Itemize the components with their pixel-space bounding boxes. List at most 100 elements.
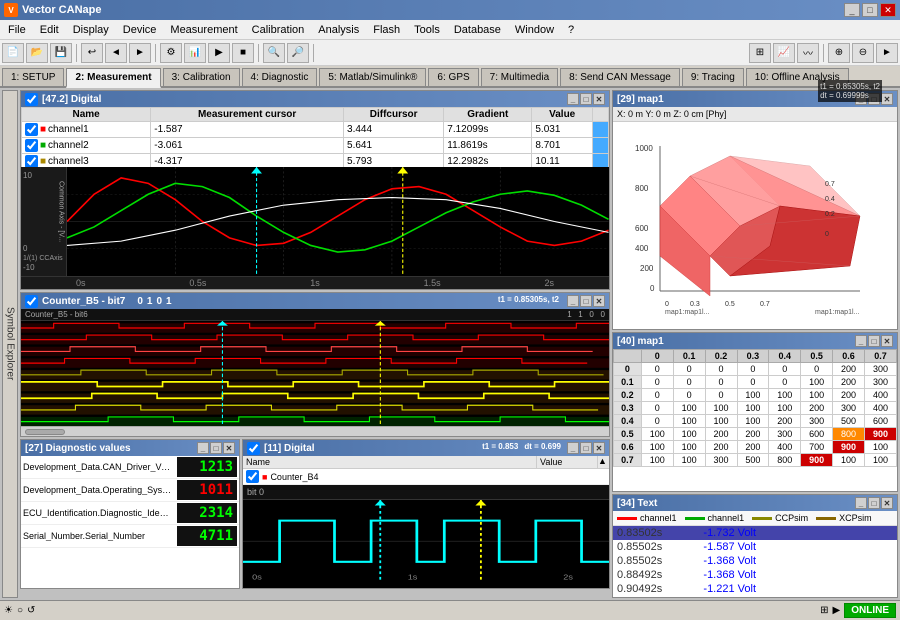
scroll-thumb[interactable] — [25, 429, 65, 435]
left-panel: [47.2] Digital _ □ ✕ Name Measurement cu… — [20, 90, 610, 598]
tab-setup[interactable]: 1: SETUP — [2, 68, 64, 86]
text-controls[interactable]: _ □ ✕ — [855, 497, 893, 509]
counter-controls[interactable]: _ □ ✕ — [567, 295, 605, 307]
toolbar-zoom-out[interactable]: 🔎 — [287, 43, 309, 63]
tab-multimedia[interactable]: 7: Multimedia — [481, 68, 558, 86]
text-cls[interactable]: ✕ — [881, 497, 893, 509]
time-2: 2s — [544, 278, 554, 288]
map1-cls[interactable]: ✕ — [881, 93, 893, 105]
toolbar-open[interactable]: 📂 — [26, 43, 48, 63]
digital11-panel: [11] Digital t1 = 0.853 dt = 0.699 _ □ ✕ — [242, 439, 610, 589]
d11-scrollbar-h[interactable]: ▲ — [597, 456, 609, 468]
map40-controls[interactable]: _ □ ✕ — [855, 335, 893, 347]
toolbar-cal[interactable]: 📊 — [184, 43, 206, 63]
text-min[interactable]: _ — [855, 497, 867, 509]
map1-title: [29] map1 — [617, 94, 664, 105]
d11-table-header: Name Value ▲ — [243, 456, 609, 469]
diag-controls[interactable]: _ □ ✕ — [197, 442, 235, 454]
diag-panel-header: [27] Diagnostic values _ □ ✕ — [21, 440, 239, 456]
panel-maximize[interactable]: □ — [580, 93, 592, 105]
menu-display[interactable]: Display — [67, 22, 115, 38]
d11-cls[interactable]: ✕ — [593, 442, 605, 454]
panel-cls2[interactable]: ✕ — [593, 295, 605, 307]
d11-row-check[interactable] — [246, 470, 259, 483]
toolbar-chart[interactable]: 📈 — [773, 43, 795, 63]
tab-can[interactable]: 8: Send CAN Message — [560, 68, 680, 86]
menu-flash[interactable]: Flash — [367, 22, 406, 38]
d11-controls[interactable]: _ □ ✕ — [567, 442, 605, 454]
diag-max[interactable]: □ — [210, 442, 222, 454]
toolbar-back[interactable]: ◄ — [105, 43, 127, 63]
toolbar-zoom-in[interactable]: 🔍 — [263, 43, 285, 63]
toolbar-new[interactable]: 📄 — [2, 43, 24, 63]
toolbar-undo[interactable]: ↩ — [81, 43, 103, 63]
legend-ch1: channel1 — [617, 513, 677, 523]
toolbar-arrow[interactable]: ► — [876, 43, 898, 63]
toolbar-start[interactable]: ▶ — [208, 43, 230, 63]
map40-row-04: 0.4 0100100 100200300 500600 — [614, 415, 897, 428]
map40-title: [40] map1 — [617, 336, 664, 347]
minimize-button[interactable]: _ — [844, 3, 860, 17]
panel-min2[interactable]: _ — [567, 295, 579, 307]
map40-col-01: 0.1 — [673, 350, 705, 363]
symbol-explorer-tab[interactable]: Symbol Explorer — [2, 90, 18, 598]
d11-max[interactable]: □ — [580, 442, 592, 454]
ch2-check[interactable] — [25, 139, 38, 152]
text-max[interactable]: □ — [868, 497, 880, 509]
ch3-check[interactable] — [25, 155, 38, 167]
title-bar-controls[interactable]: _ □ ✕ — [844, 3, 896, 17]
toolbar-wave[interactable]: 〰 — [797, 43, 819, 63]
ch2-gradient: 11.8619s — [444, 138, 532, 154]
toolbar-stop[interactable]: ■ — [232, 43, 254, 63]
map40-min[interactable]: _ — [855, 335, 867, 347]
map40-col-03: 0.3 — [737, 350, 769, 363]
tab-measurement[interactable]: 2: Measurement — [66, 68, 160, 88]
tab-matlab[interactable]: 5: Matlab/Simulink® — [319, 68, 426, 86]
tab-diagnostic[interactable]: 4: Diagnostic — [242, 68, 318, 86]
d11-t1: t1 = 0.853 — [482, 442, 518, 454]
toolbar-grid[interactable]: ⊞ — [749, 43, 771, 63]
panel-minimize[interactable]: _ — [567, 93, 579, 105]
menu-database[interactable]: Database — [448, 22, 507, 38]
menu-edit[interactable]: Edit — [34, 22, 65, 38]
diag-panel-title: [27] Diagnostic values — [25, 443, 131, 454]
panel-max2[interactable]: □ — [580, 295, 592, 307]
panel-close[interactable]: ✕ — [593, 93, 605, 105]
toolbar-save[interactable]: 💾 — [50, 43, 72, 63]
toolbar-measure[interactable]: ⚙ — [160, 43, 182, 63]
h-scrollbar[interactable] — [21, 426, 609, 436]
menu-window[interactable]: Window — [509, 22, 560, 38]
d11-min[interactable]: _ — [567, 442, 579, 454]
counter-check[interactable] — [25, 295, 38, 308]
tab-gps[interactable]: 6: GPS — [428, 68, 478, 86]
legend-ch1b-label: channel1 — [708, 513, 745, 523]
svg-text:0: 0 — [665, 301, 669, 308]
svg-text:map1:map1l...: map1:map1l... — [665, 309, 709, 316]
menu-bar: File Edit Display Device Measurement Cal… — [0, 20, 900, 40]
diag-row-2: ECU_Identification.Diagnostic_Identifica… — [21, 502, 239, 525]
menu-tools[interactable]: Tools — [408, 22, 446, 38]
menu-help[interactable]: ? — [562, 22, 580, 38]
d11-check[interactable] — [247, 442, 260, 455]
toolbar-zoom-ctrl1[interactable]: ⊕ — [828, 43, 850, 63]
map40-cls[interactable]: ✕ — [881, 335, 893, 347]
diag-min[interactable]: _ — [197, 442, 209, 454]
tab-calibration[interactable]: 3: Calibration — [163, 68, 240, 86]
menu-device[interactable]: Device — [117, 22, 163, 38]
toolbar-fwd[interactable]: ► — [129, 43, 151, 63]
toolbar-zoom-ctrl2[interactable]: ⊖ — [852, 43, 874, 63]
close-button[interactable]: ✕ — [880, 3, 896, 17]
maximize-button[interactable]: □ — [862, 3, 878, 17]
menu-file[interactable]: File — [2, 22, 32, 38]
tab-tracing[interactable]: 9: Tracing — [682, 68, 744, 86]
digital-panel-controls[interactable]: _ □ ✕ — [567, 93, 605, 105]
menu-analysis[interactable]: Analysis — [312, 22, 365, 38]
main-content: Symbol Explorer [47.2] Digital _ □ ✕ — [0, 88, 900, 600]
ch1-check[interactable] — [25, 123, 38, 136]
digital-panel-check[interactable] — [25, 93, 38, 106]
menu-measurement[interactable]: Measurement — [164, 22, 243, 38]
diag-cls[interactable]: ✕ — [223, 442, 235, 454]
menu-calibration[interactable]: Calibration — [246, 22, 311, 38]
map40-max[interactable]: □ — [868, 335, 880, 347]
text-ts-2: 0.85502s — [617, 555, 672, 567]
